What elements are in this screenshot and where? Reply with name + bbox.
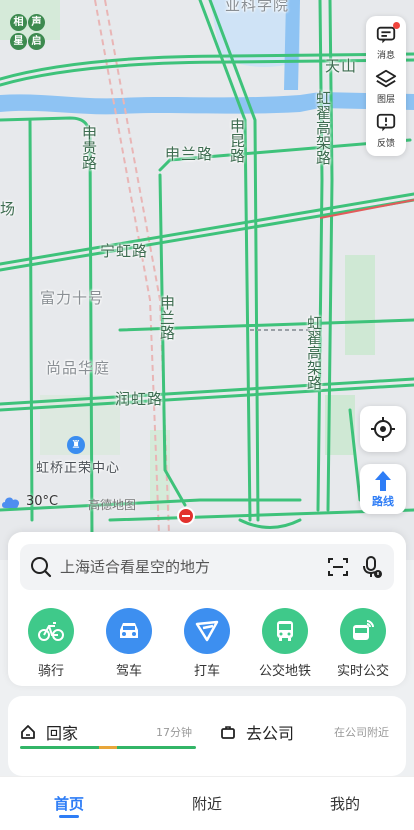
go-home-shortcut[interactable]: 回家 17分钟 [20,720,192,744]
map-label-shanglan-road[interactable]: 申兰路 [158,295,176,340]
go-company-shortcut[interactable]: 去公司 在公司附近 [220,720,389,744]
unread-dot [393,22,400,29]
microphone-icon [363,556,382,578]
scan-icon [328,558,348,576]
quick-action-realtime-bus[interactable]: 实时公交 [328,608,398,679]
quick-action-label: 骑行 [37,664,64,679]
route-label: 路线 [372,494,394,508]
quick-action-label: 公交地铁 [258,664,311,679]
layers-label: 图层 [376,95,395,105]
car-icon [106,608,152,654]
cloud-icon [2,497,20,508]
activity-badge-icon[interactable]: 相 声 星 启 [10,14,46,54]
map-label-poi-top[interactable]: 业科学院 [225,0,289,14]
quick-action-taxi[interactable]: 打车 [172,608,242,679]
badge-char: 相 [10,14,27,31]
quick-actions: 骑行 驾车 打车 公交地铁 实时公交 [8,608,406,679]
route-button[interactable]: 路线 [360,464,406,514]
messages-button[interactable]: 消息 [366,22,406,68]
bicycle-icon [28,608,74,654]
bottom-tab-bar: 首页 附近 我的 [0,776,414,830]
locate-button[interactable] [360,406,406,452]
weather-widget[interactable]: 30°C [0,494,58,509]
no-entry-icon[interactable] [177,507,195,525]
badge-char: 声 [28,14,45,31]
map-brand-text: 高德地图 [88,498,137,512]
tab-home[interactable]: 首页 [0,777,138,830]
map-view[interactable]: 业科学院 天山 虹翟高架路 申贵路 申兰路 申昆路 场 宁虹路 富力十号 申兰路… [0,0,414,560]
quick-action-label: 打车 [193,664,220,679]
voice-button[interactable] [360,555,384,579]
map-label-honghe-top[interactable]: 虹翟高架路 [314,90,332,165]
quick-action-transit[interactable]: 公交地铁 [250,608,320,679]
feedback-icon [376,113,396,132]
company-label: 去公司 [246,724,295,743]
map-label-shenkun-road[interactable]: 申昆路 [228,118,246,163]
home-eta: 17分钟 [156,726,192,739]
badge-char: 启 [28,33,45,50]
map-label-hongqiao[interactable]: 虹桥正荣中心 [36,460,120,478]
briefcase-icon [221,726,235,739]
home-label: 回家 [46,724,79,743]
search-bar[interactable] [20,544,394,590]
map-label-honghe-mid[interactable]: 虹翟高架路 [305,315,323,390]
temperature-text: 30°C [26,494,59,509]
messages-label: 消息 [376,51,395,61]
bus-icon [262,608,308,654]
quick-action-label: 驾车 [115,664,142,679]
feedback-label: 反馈 [376,139,395,149]
scan-button[interactable] [326,555,350,579]
map-label-fuli[interactable]: 富力十号 [40,289,104,307]
tab-mine[interactable]: 我的 [276,777,414,830]
realtime-bus-icon [340,608,386,654]
map-side-toolbar: 消息 图层 反馈 [366,16,406,156]
map-label-shenlan-road[interactable]: 申兰路 [165,145,213,163]
map-label-shenzhi-road[interactable]: 申贵路 [80,125,98,170]
map-label-runhong-road[interactable]: 润虹路 [115,390,163,408]
company-hint: 在公司附近 [334,726,389,739]
map-label-tianshan[interactable]: 天山 [325,57,357,75]
search-input[interactable] [60,558,316,576]
quick-action-label: 实时公交 [336,664,389,679]
map-label-chang[interactable]: 场 [0,200,16,218]
traffic-status-bar [20,746,196,749]
map-label-ninghong-road[interactable]: 宁虹路 [100,242,148,260]
layers-button[interactable]: 图层 [366,68,406,112]
taxi-icon [184,608,230,654]
poi-pin-icon[interactable]: ♜ [67,436,85,454]
layers-icon [375,69,397,88]
badge-char: 星 [10,33,27,50]
map-label-shangpin[interactable]: 尚品华庭 [46,359,110,377]
quick-action-drive[interactable]: 驾车 [94,608,164,679]
route-arrow-icon [375,470,391,491]
crosshair-icon [371,417,395,441]
tab-nearby[interactable]: 附近 [138,777,276,830]
home-icon [21,725,35,739]
favorites-card: 回家 17分钟 去公司 在公司附近 [8,696,406,776]
feedback-button[interactable]: 反馈 [366,112,406,156]
search-icon [31,557,52,578]
quick-action-bike[interactable]: 骑行 [16,608,86,679]
bottom-sheet: 骑行 驾车 打车 公交地铁 实时公交 [8,532,406,686]
